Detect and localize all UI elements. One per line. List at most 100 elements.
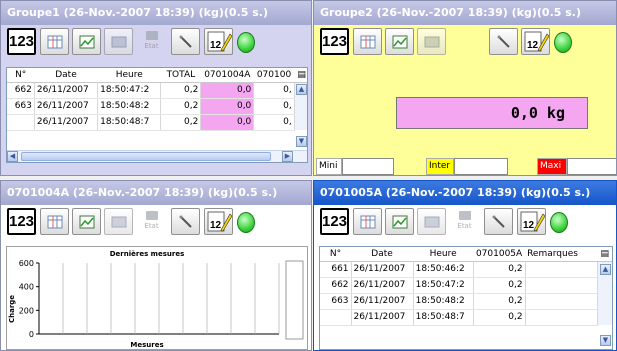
chart-window-title[interactable]: 0701004A (26-Nov.-2007 18:39) (kg)(0.5 s… xyxy=(1,181,311,205)
cell: 26/11/2007 xyxy=(351,277,414,294)
col-header[interactable]: N° xyxy=(7,68,35,83)
table-row[interactable]: 663 26/11/2007 18:50:48:2 0,2 xyxy=(320,293,612,310)
scroll-up-arrow[interactable]: ▲ xyxy=(296,84,307,95)
etat-button[interactable]: Etat xyxy=(137,28,166,55)
inter-label: Inter xyxy=(426,158,454,175)
printer-icon xyxy=(459,211,471,220)
table-view-button[interactable] xyxy=(353,208,382,235)
columns-icon[interactable]: ▤ xyxy=(597,247,612,262)
cell: 0,0 xyxy=(200,98,255,115)
col-header[interactable]: Remarques xyxy=(525,247,598,262)
chart-view-button[interactable] xyxy=(385,28,414,55)
calendar-button[interactable]: 12 xyxy=(204,208,233,235)
etat-label: Etat xyxy=(144,42,159,50)
col-header[interactable]: Date xyxy=(351,247,414,262)
table-row[interactable]: 26/11/2007 18:50:48:7 0,2 xyxy=(320,309,612,326)
sensor-window: 0701005A (26-Nov.-2007 18:39) (kg)(0.5 s… xyxy=(313,180,617,351)
scroll-right-arrow[interactable]: ▶ xyxy=(282,151,293,162)
calendar-day: 12 xyxy=(210,220,222,231)
table-row[interactable]: 661 26/11/2007 18:50:46:2 0,2 xyxy=(320,261,612,278)
value-display: 0,0 kg xyxy=(396,97,588,129)
cell: 26/11/2007 xyxy=(34,114,99,131)
scroll-down-arrow[interactable]: ▼ xyxy=(600,335,611,346)
calendar-edit-icon: 12 xyxy=(207,31,232,51)
groupe2-title[interactable]: Groupe2 (26-Nov.-2007 18:39) (kg)(0.5 s.… xyxy=(314,1,616,25)
cell: 0,2 xyxy=(473,261,526,278)
scroll-left-arrow[interactable]: ◀ xyxy=(7,151,18,162)
col-header[interactable]: TOTAL xyxy=(160,68,201,83)
gauge-view-button[interactable] xyxy=(417,208,446,235)
chart-view-button[interactable] xyxy=(72,28,101,55)
groupe1-table: N° Date Heure TOTAL 0701004A 070100 ▤ 66… xyxy=(7,68,307,131)
tools-button[interactable] xyxy=(171,28,200,55)
etat-label: Etat xyxy=(144,222,159,230)
col-header[interactable]: N° xyxy=(320,247,352,262)
calendar-button[interactable]: 12 xyxy=(517,208,546,235)
col-header[interactable]: 0701004A xyxy=(200,68,254,83)
printer-icon xyxy=(146,31,158,40)
table-view-button[interactable] xyxy=(40,28,69,55)
calendar-button[interactable]: 12 xyxy=(521,28,550,55)
horizontal-scrollbar[interactable]: ◀ ▶ xyxy=(7,150,307,162)
tools-button[interactable] xyxy=(484,208,513,235)
gauge-view-button[interactable] xyxy=(104,208,133,235)
gauge-view-button[interactable] xyxy=(417,28,446,55)
table-icon xyxy=(360,35,375,48)
display-icon xyxy=(111,36,126,47)
calendar-day: 12 xyxy=(527,40,539,51)
calendar-edit-icon: 12 xyxy=(207,211,232,231)
mini-field[interactable] xyxy=(342,158,394,175)
cell: 18:50:48:7 xyxy=(413,309,474,326)
calendar-button[interactable]: 12 xyxy=(204,28,233,55)
groupe1-title[interactable]: Groupe1 (26-Nov.-2007 18:39) (kg)(0.5 s.… xyxy=(1,1,311,25)
counter-button[interactable]: 123 xyxy=(7,208,36,235)
gauge-view-button[interactable] xyxy=(104,28,133,55)
scrollbar-cell xyxy=(597,293,612,309)
tools-button[interactable] xyxy=(171,208,200,235)
chart-view-button[interactable] xyxy=(72,208,101,235)
maxi-field[interactable] xyxy=(567,158,616,175)
scroll-up-arrow[interactable]: ▲ xyxy=(600,264,611,275)
wand-icon xyxy=(179,215,192,228)
scrollbar-cell xyxy=(597,277,612,293)
chart-icon xyxy=(79,35,94,48)
table-view-button[interactable] xyxy=(40,208,69,235)
cell: 0, xyxy=(253,82,295,99)
col-header[interactable]: Date xyxy=(34,68,98,83)
counter-button[interactable]: 123 xyxy=(7,28,36,55)
wand-icon xyxy=(497,35,510,48)
table-view-button[interactable] xyxy=(353,28,382,55)
cell: 26/11/2007 xyxy=(351,293,414,310)
horizontal-scroll-thumb[interactable] xyxy=(21,152,271,161)
columns-icon[interactable]: ▤ xyxy=(294,68,307,83)
col-header[interactable]: 0701005A xyxy=(473,247,526,262)
sensor-table-area: N° Date Heure 0701005A Remarques ▤ 661 2… xyxy=(319,246,613,350)
scroll-down-arrow[interactable]: ▼ xyxy=(296,136,307,147)
inter-field[interactable] xyxy=(454,158,508,175)
col-header[interactable]: Heure xyxy=(97,68,161,83)
table-row[interactable]: 662 26/11/2007 18:50:47:2 0,2 xyxy=(320,277,612,294)
etat-button[interactable]: Etat xyxy=(137,208,166,235)
col-header[interactable]: 070100 xyxy=(253,68,295,83)
inter-threshold: Inter xyxy=(426,158,508,175)
tools-button[interactable] xyxy=(489,28,518,55)
counter-button[interactable]: 123 xyxy=(320,28,349,55)
cell: 0,2 xyxy=(160,82,202,99)
table-row[interactable]: 662 26/11/2007 18:50:47:2 0,2 0,0 0, xyxy=(7,82,307,99)
chart-area: Dernières mesures Mesures Charge 600 400 2… xyxy=(6,246,308,350)
counter-button[interactable]: 123 xyxy=(320,208,349,235)
sensor-window-title[interactable]: 0701005A (26-Nov.-2007 18:39) (kg)(0.5 s… xyxy=(314,181,616,205)
groupe1-table-area: N° Date Heure TOTAL 0701004A 070100 ▤ 66… xyxy=(6,67,308,163)
chart-view-button[interactable] xyxy=(385,208,414,235)
measured-value: 0,0 kg xyxy=(510,104,565,122)
table-row[interactable]: 663 26/11/2007 18:50:48:2 0,2 0,0 0, xyxy=(7,98,307,115)
cell: 0, xyxy=(253,98,295,115)
scrollbar-cell xyxy=(294,98,307,114)
mini-label: Mini xyxy=(316,158,342,175)
groupe2-toolbar: 123 12 xyxy=(314,25,616,57)
etat-button[interactable]: Etat xyxy=(450,208,479,235)
cell: 18:50:47:2 xyxy=(413,277,474,294)
col-header[interactable]: Heure xyxy=(413,247,474,262)
calendar-edit-icon: 12 xyxy=(524,31,549,51)
table-row[interactable]: 26/11/2007 18:50:48:7 0,2 0,0 0, xyxy=(7,114,307,131)
